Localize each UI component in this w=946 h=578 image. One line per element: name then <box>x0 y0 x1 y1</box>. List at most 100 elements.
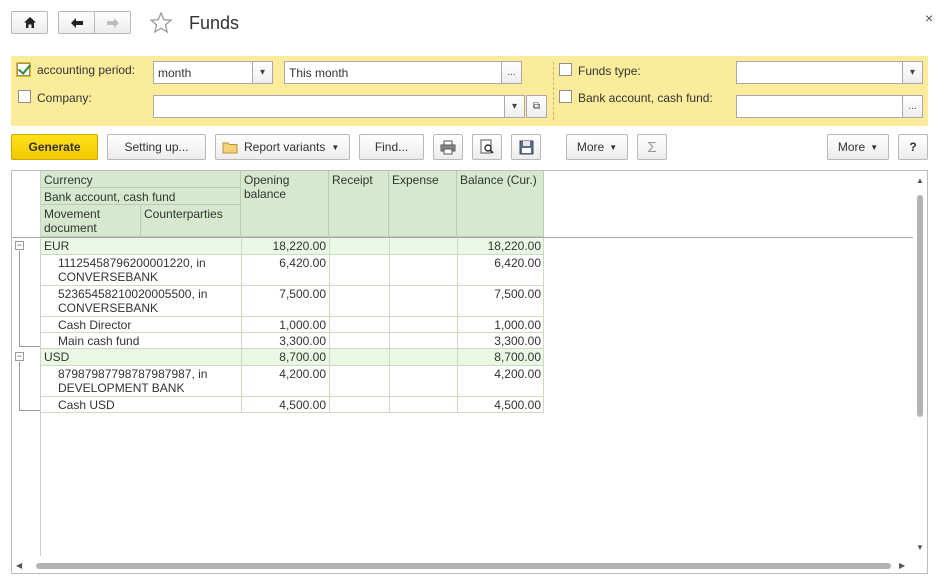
company-label: Company: <box>37 91 92 105</box>
back-button[interactable] <box>58 11 94 34</box>
find-button[interactable]: Find... <box>359 134 424 160</box>
chevron-down-icon: ▼ <box>331 142 340 152</box>
floppy-disk-icon <box>519 140 533 154</box>
row-border <box>41 285 544 286</box>
preview-button[interactable] <box>472 134 502 160</box>
col-border <box>241 238 242 413</box>
favorite-star[interactable] <box>149 11 173 35</box>
group-usd-name: USD <box>41 349 241 365</box>
group-usd-opening: 8,700.00 <box>241 349 329 365</box>
table-row-name: Cash Director <box>58 318 132 332</box>
row-border <box>41 348 544 349</box>
scroll-left-arrow[interactable]: ◀ <box>16 561 22 570</box>
header-receipt: Receipt <box>329 171 389 237</box>
table-row-opening: 4,200.00 <box>279 367 326 381</box>
col-border <box>543 238 544 413</box>
header-balance-cur: Balance (Cur.) <box>457 171 544 237</box>
table-row-balance: 7,500.00 <box>494 287 541 301</box>
sum-button[interactable]: Σ <box>637 134 667 160</box>
table-row-name: 87987987798787987987, in DEVELOPMENT BAN… <box>58 367 208 395</box>
bank-account-label: Bank account, cash fund: <box>578 91 713 105</box>
filter-separator <box>553 62 554 120</box>
table-row-name: 11125458796200001220, in CONVERSEBANK <box>58 256 206 284</box>
funds-type-field[interactable] <box>736 61 904 84</box>
accounting-period-checkbox[interactable] <box>16 62 31 77</box>
usd-tree-line <box>19 362 40 411</box>
generate-button[interactable]: Generate <box>11 134 98 160</box>
home-icon <box>23 17 36 28</box>
header-currency: Currency <box>41 171 241 188</box>
table-row-balance: 3,300.00 <box>494 334 541 348</box>
col-border <box>457 238 458 413</box>
collapse-eur-toggle[interactable]: − <box>15 241 24 250</box>
print-preview-icon <box>480 139 494 154</box>
folder-icon <box>222 142 238 153</box>
table-row-name: Main cash fund <box>58 334 140 348</box>
period-value-field[interactable]: This month <box>284 61 502 84</box>
vertical-scrollbar-thumb[interactable] <box>917 195 923 417</box>
group-usd-balance: 8,700.00 <box>457 349 544 365</box>
more-label-right: More <box>837 140 866 154</box>
scroll-right-arrow[interactable]: ▶ <box>899 561 905 570</box>
table-row-balance: 4,500.00 <box>494 398 541 412</box>
group-eur-expense <box>389 238 457 254</box>
row-border <box>41 254 544 255</box>
bank-account-field[interactable] <box>736 95 904 118</box>
setting-up-button[interactable]: Setting up... <box>107 134 206 160</box>
group-usd-expense <box>389 349 457 365</box>
chevron-down-icon: ▼ <box>870 142 879 152</box>
table-row-opening: 4,500.00 <box>279 398 326 412</box>
funds-type-label: Funds type: <box>578 64 641 78</box>
table-row-name: Cash USD <box>58 398 115 412</box>
company-dropdown[interactable]: ▾ <box>504 95 525 118</box>
arrow-right-icon <box>106 17 119 28</box>
page-title: Funds <box>189 13 240 33</box>
table-row-balance: 1,000.00 <box>494 318 541 332</box>
header-opening-balance: Opening balance <box>241 171 329 237</box>
bank-account-checkbox[interactable] <box>559 90 572 103</box>
company-open-button[interactable]: ⧉ <box>526 95 547 118</box>
bank-account-choose-button[interactable]: ... <box>902 95 923 118</box>
col-border <box>389 238 390 413</box>
table-row-opening: 1,000.00 <box>279 318 326 332</box>
collapse-usd-toggle[interactable]: − <box>15 352 24 361</box>
report-variants-button[interactable]: Report variants ▼ <box>215 134 350 160</box>
table-row-opening: 7,500.00 <box>279 287 326 301</box>
close-icon[interactable]: × <box>925 10 933 26</box>
star-icon <box>149 11 173 34</box>
row-border <box>41 412 544 413</box>
period-value-choose-button[interactable]: ... <box>501 61 522 84</box>
forward-button[interactable] <box>94 11 131 34</box>
funds-type-dropdown[interactable]: ▾ <box>902 61 923 84</box>
row-border <box>41 396 544 397</box>
group-eur-opening: 18,220.00 <box>241 238 329 254</box>
funds-type-checkbox[interactable] <box>559 63 572 76</box>
table-row-name: 52365458210020005500, in CONVERSEBANK <box>58 287 208 315</box>
period-type-dropdown[interactable]: ▾ <box>252 61 273 84</box>
chevron-down-icon: ▼ <box>609 142 618 152</box>
row-border <box>41 332 544 333</box>
header-counterparties: Counterparties <box>141 205 241 237</box>
table-row-opening: 3,300.00 <box>279 334 326 348</box>
scroll-up-arrow[interactable]: ▲ <box>916 176 924 185</box>
more-button-right[interactable]: More ▼ <box>827 134 889 160</box>
accounting-period-label: accounting period: <box>37 63 136 77</box>
row-border <box>41 365 544 366</box>
sigma-icon: Σ <box>647 138 657 156</box>
horizontal-scrollbar-thumb[interactable] <box>36 563 891 569</box>
more-label-left: More <box>576 140 605 154</box>
save-button[interactable] <box>511 134 541 160</box>
row-border <box>41 316 544 317</box>
home-button[interactable] <box>11 11 48 34</box>
report-variants-label: Report variants <box>244 140 326 154</box>
print-button[interactable] <box>433 134 463 160</box>
table-row-balance: 4,200.00 <box>494 367 541 381</box>
company-field[interactable] <box>153 95 505 118</box>
period-type-select[interactable]: month <box>153 61 253 84</box>
more-button-left[interactable]: More ▼ <box>566 134 628 160</box>
header-bank-account: Bank account, cash fund <box>41 188 241 205</box>
scroll-down-arrow[interactable]: ▼ <box>916 543 924 552</box>
help-button[interactable]: ? <box>898 134 928 160</box>
company-checkbox[interactable] <box>18 90 31 103</box>
group-eur-balance: 18,220.00 <box>457 238 544 254</box>
